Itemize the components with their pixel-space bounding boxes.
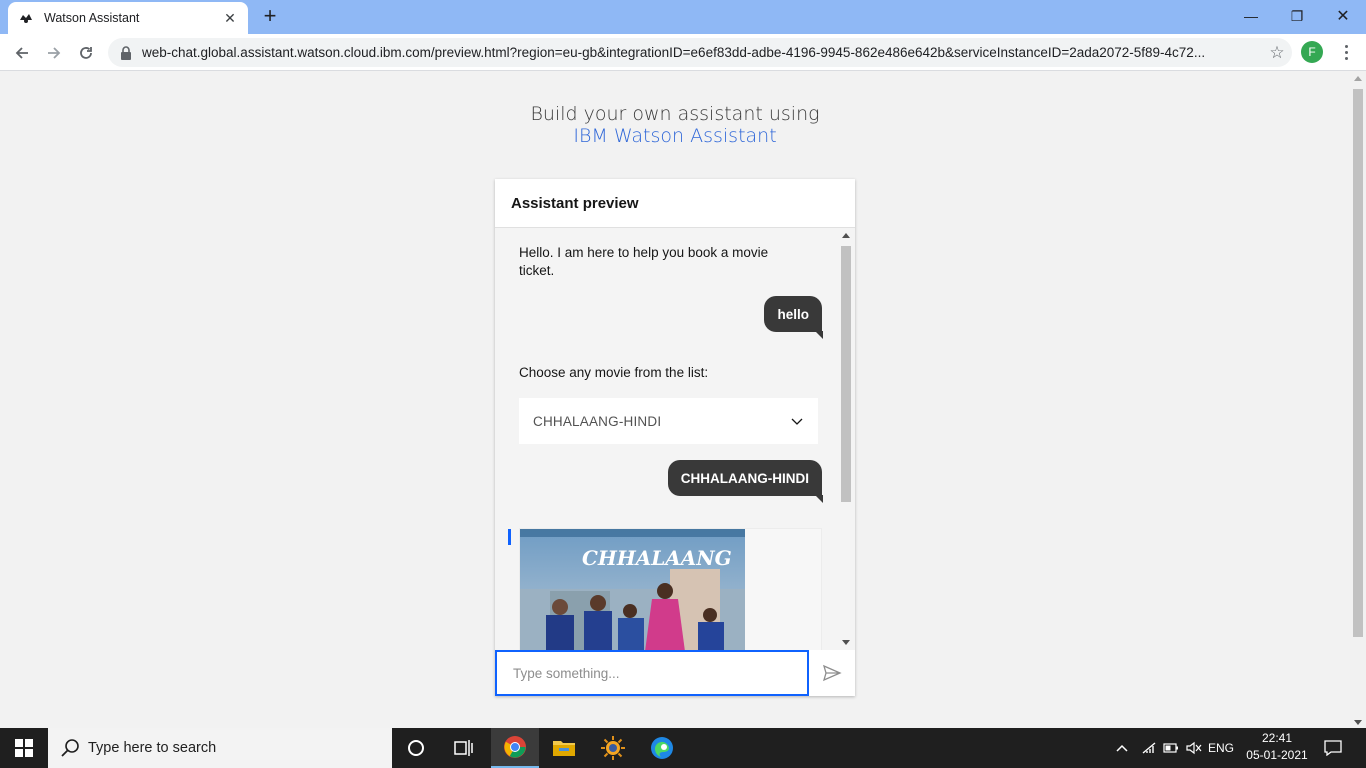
address-bar[interactable]: web-chat.global.assistant.watson.cloud.i… (108, 38, 1292, 67)
forward-icon[interactable] (41, 40, 67, 66)
card-focus-indicator (508, 529, 511, 545)
user-message: CHHALAANG-HINDI (667, 460, 824, 503)
volume-muted-icon[interactable] (1183, 728, 1205, 768)
promo-heading: Build your own assistant using IBM Watso… (475, 103, 875, 147)
profile-avatar[interactable]: F (1301, 41, 1323, 63)
browser-toolbar: web-chat.global.assistant.watson.cloud.i… (0, 34, 1366, 71)
chevron-down-icon (791, 418, 803, 425)
system-clock[interactable]: 22:41 05-01-2021 (1236, 730, 1318, 764)
message-scrollbar-thumb[interactable] (841, 246, 851, 502)
movie-poster-image: CHHALAANG (520, 529, 745, 650)
send-button[interactable] (809, 650, 855, 696)
page-content: Build your own assistant using IBM Watso… (0, 71, 1350, 728)
task-view-icon[interactable] (440, 728, 488, 768)
show-hidden-icons-icon[interactable] (1112, 728, 1132, 768)
reload-icon[interactable] (73, 40, 99, 66)
watson-assistant-link[interactable]: IBM Watson Assistant (475, 125, 875, 147)
minimize-icon[interactable]: — (1228, 0, 1274, 32)
tab-title: Watson Assistant (44, 11, 140, 25)
message-input[interactable] (495, 650, 809, 696)
close-window-icon[interactable]: ✕ (1320, 0, 1366, 32)
start-button[interactable] (0, 728, 48, 768)
chat-widget: Assistant preview Hello. I am here to he… (495, 179, 855, 696)
taskbar-search-placeholder: Type here to search (88, 740, 217, 756)
browser-tab[interactable]: Watson Assistant ✕ (8, 2, 248, 34)
send-icon (822, 664, 842, 682)
bot-message: Hello. I am here to help you book a movi… (519, 245, 769, 278)
edge-icon[interactable] (638, 728, 686, 768)
new-tab-icon[interactable]: + (258, 5, 282, 28)
battery-icon[interactable] (1160, 728, 1182, 768)
message-list[interactable]: Hello. I am here to help you book a movi… (495, 228, 855, 650)
dropdown-selected-value: CHHALAANG-HINDI (533, 413, 662, 429)
url-text: web-chat.global.assistant.watson.cloud.i… (142, 45, 1206, 60)
page-scrollbar-thumb[interactable] (1353, 89, 1363, 637)
taskbar: Type here to search ENG 22:41 05-01-2021 (0, 728, 1366, 768)
notifications-icon[interactable] (1318, 728, 1348, 768)
user-message: hello (764, 296, 823, 339)
bookmark-star-icon[interactable]: ☆ (1262, 43, 1292, 63)
cortana-icon[interactable] (392, 728, 440, 768)
file-explorer-icon[interactable] (540, 728, 588, 768)
back-icon[interactable] (9, 40, 35, 66)
movie-card[interactable]: CHHALAANG (519, 528, 822, 650)
language-indicator[interactable]: ENG (1206, 728, 1236, 768)
browser-menu-icon[interactable] (1336, 40, 1356, 64)
clock-date: 05-01-2021 (1246, 748, 1308, 762)
chrome-taskbar-icon[interactable] (491, 728, 539, 768)
taskbar-search[interactable]: Type here to search (48, 728, 392, 768)
chat-title: Assistant preview (511, 194, 639, 212)
promo-line: Build your own assistant using (530, 103, 820, 125)
bot-message: Choose any movie from the list: (519, 365, 709, 380)
search-icon (61, 739, 79, 757)
chat-header: Assistant preview (495, 179, 855, 228)
clock-time: 22:41 (1261, 731, 1293, 745)
tab-close-icon[interactable]: ✕ (222, 10, 238, 27)
browser-tab-bar: Watson Assistant ✕ + — ❐ ✕ (0, 0, 1366, 34)
message-scrollbar[interactable] (840, 228, 852, 650)
page-scrollbar[interactable] (1350, 71, 1366, 728)
sun-app-icon[interactable] (589, 728, 637, 768)
restore-icon[interactable]: ❐ (1274, 0, 1320, 32)
lock-icon (121, 45, 131, 60)
poster-title: CHHALAANG (582, 546, 732, 570)
network-icon[interactable] (1138, 728, 1160, 768)
watson-favicon-icon (20, 14, 32, 23)
chat-input-row (495, 650, 855, 696)
windows-logo-icon (15, 739, 33, 757)
movie-dropdown[interactable]: CHHALAANG-HINDI (519, 398, 818, 444)
